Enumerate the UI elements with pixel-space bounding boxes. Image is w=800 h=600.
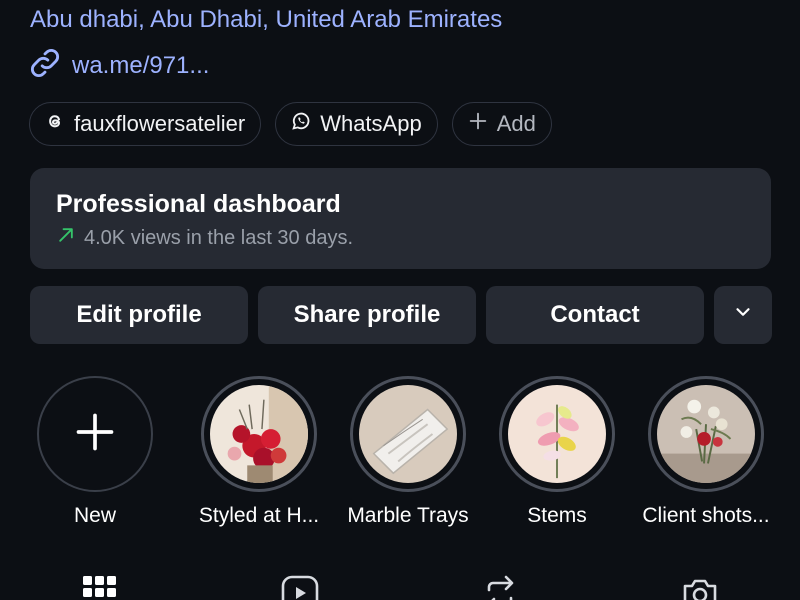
highlight-thumbnail bbox=[657, 385, 755, 483]
story-highlights: New Styled at H... Marble Trays Stems Cl… bbox=[25, 376, 785, 528]
threads-chip-label: fauxflowersatelier bbox=[74, 111, 246, 136]
highlight-item[interactable]: Client shots... bbox=[636, 376, 776, 528]
highlight-label: Styled at H... bbox=[198, 504, 320, 527]
plus-icon bbox=[467, 110, 489, 138]
profile-link[interactable]: wa.me/971... bbox=[28, 46, 209, 85]
highlight-thumbnail bbox=[359, 385, 457, 483]
dashboard-subtitle: 4.0K views in the last 30 days. bbox=[84, 226, 354, 249]
highlight-label: New bbox=[73, 504, 116, 527]
highlight-label: Client shots... bbox=[642, 504, 770, 527]
add-chip-label: Add bbox=[496, 111, 536, 136]
more-options-button[interactable] bbox=[714, 286, 772, 344]
share-profile-button[interactable]: Share profile bbox=[258, 286, 476, 344]
link-icon bbox=[28, 46, 62, 85]
edit-profile-button[interactable]: Edit profile bbox=[30, 286, 248, 344]
trend-up-icon bbox=[56, 225, 76, 251]
highlight-label: Stems bbox=[527, 504, 587, 527]
highlight-item[interactable]: Stems bbox=[487, 376, 627, 528]
profile-chips: fauxflowersatelier WhatsApp Add bbox=[29, 102, 552, 146]
link-text[interactable]: wa.me/971... bbox=[72, 52, 209, 80]
profile-tab-bar bbox=[0, 570, 800, 600]
contact-button[interactable]: Contact bbox=[486, 286, 704, 344]
grid-icon[interactable] bbox=[81, 574, 119, 600]
tagged-icon[interactable] bbox=[681, 574, 719, 600]
dashboard-subtitle-row: 4.0K views in the last 30 days. bbox=[56, 225, 745, 251]
chevron-down-icon bbox=[732, 301, 754, 330]
threads-chip[interactable]: fauxflowersatelier bbox=[29, 102, 262, 146]
highlight-thumbnail bbox=[210, 385, 308, 483]
new-highlight-circle[interactable] bbox=[37, 376, 153, 492]
highlight-thumbnail bbox=[508, 385, 606, 483]
reels-icon[interactable] bbox=[281, 574, 319, 600]
add-chip-button[interactable]: Add bbox=[451, 102, 552, 146]
whatsapp-chip[interactable]: WhatsApp bbox=[275, 102, 438, 146]
profile-actions: Edit profile Share profile Contact bbox=[30, 286, 772, 344]
dashboard-title: Professional dashboard bbox=[56, 190, 341, 218]
profile-location: Abu dhabi, Abu Dhabi, United Arab Emirat… bbox=[30, 6, 503, 33]
repost-icon[interactable] bbox=[481, 574, 519, 600]
plus-icon bbox=[73, 410, 117, 459]
whatsapp-chip-label: WhatsApp bbox=[320, 111, 422, 136]
highlight-item[interactable]: Marble Trays bbox=[338, 376, 478, 528]
highlight-new[interactable]: New bbox=[25, 376, 165, 528]
professional-dashboard-card[interactable]: Professional dashboard 4.0K views in the… bbox=[30, 168, 771, 269]
whatsapp-icon bbox=[290, 110, 312, 138]
highlight-item[interactable]: Styled at H... bbox=[189, 376, 329, 528]
highlight-label: Marble Trays bbox=[347, 504, 469, 527]
threads-icon bbox=[44, 110, 66, 138]
